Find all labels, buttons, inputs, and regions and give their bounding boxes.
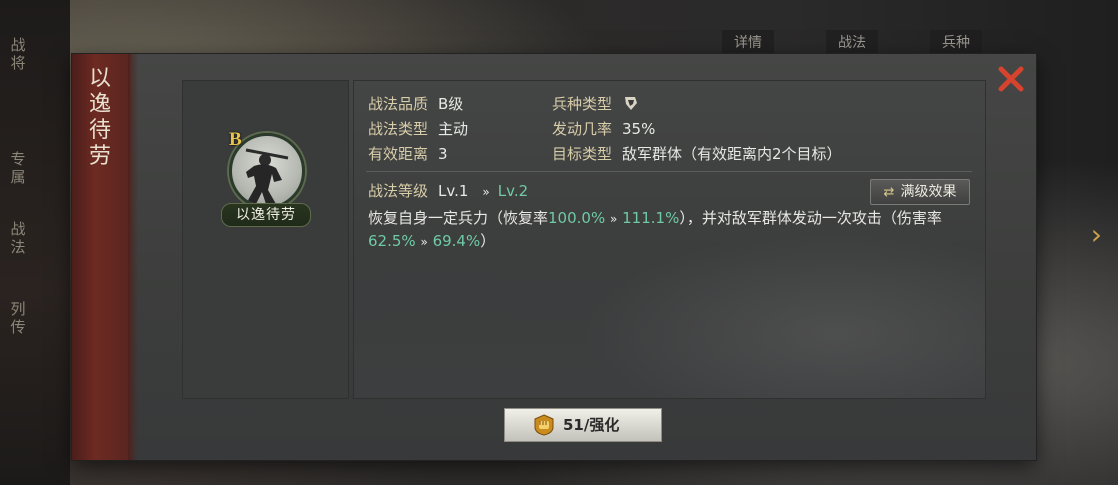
enhance-button[interactable]: 51/强化 — [504, 408, 662, 442]
side-nav-item[interactable]: 列传 — [8, 300, 28, 336]
desc-value-next: 111.1% — [622, 209, 680, 227]
desc-arrow-icon: » — [610, 212, 618, 226]
tactic-description: 恢复自身一定兵力（恢复率100.0% » 111.1%），并对敌军群体发动一次攻… — [368, 207, 968, 253]
next-arrow-icon[interactable]: › — [1091, 218, 1102, 251]
level-current: Lv.1 — [438, 182, 469, 200]
attr-rate: 发动几率 35% — [552, 119, 655, 139]
max-effect-button[interactable]: ⇄ 满级效果 — [870, 179, 970, 205]
desc-text: ） — [480, 232, 496, 250]
attr-value: 主动 — [438, 120, 469, 138]
desc-value-next: 69.4% — [432, 232, 481, 250]
background-tab[interactable]: 兵种 — [930, 30, 982, 56]
tactic-portrait-panel: B 以逸待劳 — [182, 80, 349, 399]
close-x-icon — [998, 66, 1024, 92]
swap-icon: ⇄ — [883, 185, 895, 200]
divider — [366, 171, 972, 172]
desc-value-current: 100.0% — [548, 209, 606, 227]
desc-value-current: 62.5% — [368, 232, 416, 250]
attr-value: 3 — [438, 145, 448, 163]
level-label: 战法等级 — [368, 182, 429, 200]
dialog-title: 以逸待劳 — [88, 66, 113, 169]
background-tab[interactable]: 战法 — [826, 30, 878, 56]
tactic-level-row: 战法等级 Lv.1 » Lv.2 — [368, 181, 528, 202]
attr-value: 35% — [622, 120, 656, 138]
desc-text: 恢复自身一定兵力（恢复率 — [368, 209, 549, 227]
attr-type: 战法类型 主动 — [368, 119, 468, 139]
level-arrow-icon: » — [482, 185, 490, 199]
warrior-silhouette-icon — [245, 148, 289, 204]
troop-type-icon — [625, 97, 638, 110]
enhance-label: 51/强化 — [563, 416, 620, 434]
attr-target: 目标类型 敌军群体（有效距离内2个目标） — [552, 144, 842, 164]
attr-label: 兵种类型 — [552, 95, 613, 113]
attr-label: 发动几率 — [552, 120, 613, 138]
grade-badge: B — [229, 129, 242, 150]
desc-arrow-icon: » — [420, 235, 428, 249]
side-nav-item[interactable]: 战法 — [8, 220, 28, 256]
title-strip: 以逸待劳 — [72, 54, 138, 460]
attr-value: 敌军群体（有效距离内2个目标） — [622, 145, 842, 163]
tactic-name-plate: 以逸待劳 — [221, 203, 311, 227]
background-side-nav: 战将 专属 战法 列传 — [0, 0, 70, 485]
level-next: Lv.2 — [497, 182, 529, 200]
attr-label: 战法品质 — [368, 95, 429, 113]
max-effect-label: 满级效果 — [900, 184, 957, 200]
background-tab[interactable]: 详情 — [722, 30, 774, 56]
side-nav-item[interactable]: 战将 — [8, 36, 28, 72]
desc-text: ），并对敌军群体发动一次攻击（伤害率 — [679, 209, 942, 227]
attr-label: 有效距离 — [368, 145, 429, 163]
attr-value: B级 — [438, 95, 464, 113]
attr-label: 目标类型 — [552, 145, 613, 163]
side-nav-item[interactable]: 专属 — [8, 150, 28, 186]
tactic-detail-dialog: 以逸待劳 B 以逸待劳 战法品质 B级 兵种类型 战法类型 主动 发动几率 35… — [72, 54, 1036, 460]
attr-label: 战法类型 — [368, 120, 429, 138]
attr-troop-type: 兵种类型 — [552, 94, 640, 114]
tactic-info-panel: 战法品质 B级 兵种类型 战法类型 主动 发动几率 35% 有效距离 3 目标类型 敌军群… — [353, 80, 986, 399]
attr-quality: 战法品质 B级 — [368, 94, 463, 114]
fist-coin-icon — [534, 414, 554, 436]
attr-range: 有效距离 3 — [368, 144, 448, 164]
close-button[interactable] — [994, 62, 1028, 96]
